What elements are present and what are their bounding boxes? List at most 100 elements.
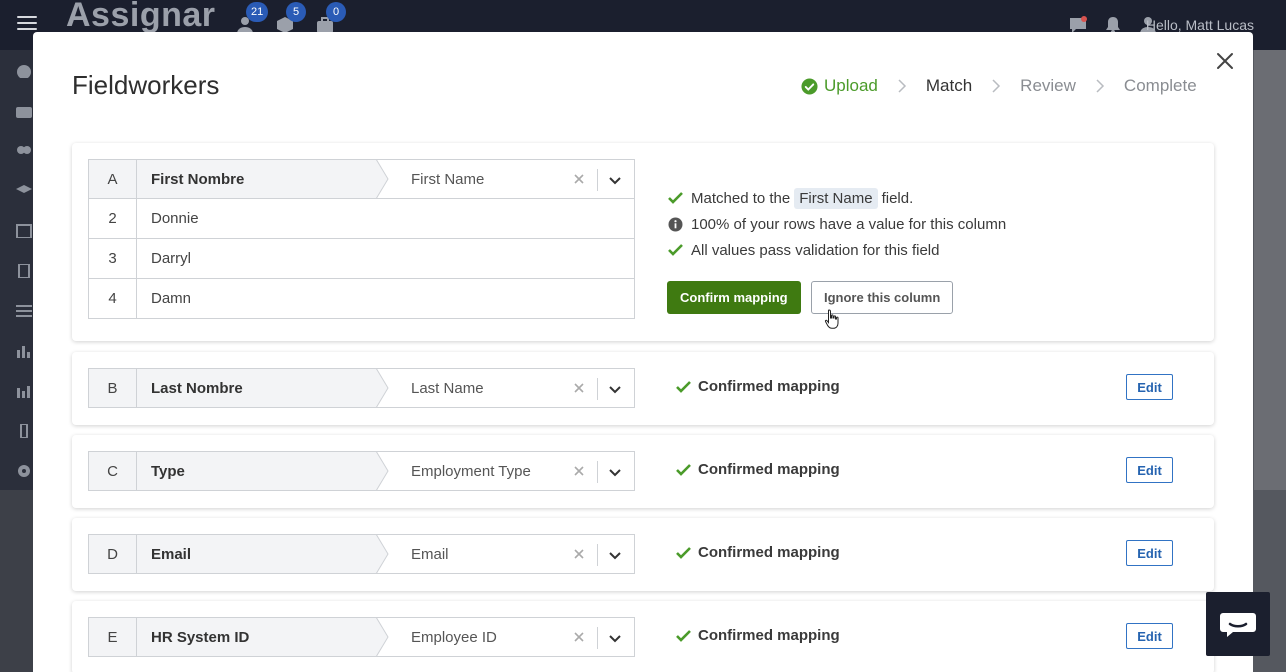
edit-button[interactable]: Edit <box>1126 623 1173 649</box>
calendar-icon[interactable] <box>16 224 32 239</box>
matched-field-chip: First Name <box>794 187 878 209</box>
column-mapping-row: B Last Nombre Last Name <box>88 368 635 408</box>
column-mapping-row: D Email Email <box>88 534 635 574</box>
step-review[interactable]: Review <box>1020 76 1076 96</box>
target-field-value: Email <box>411 545 449 563</box>
column-mapping-row: E HR System ID Employee ID <box>88 617 635 657</box>
target-field-select[interactable]: Employee ID <box>377 618 634 656</box>
chevron-down-icon[interactable] <box>608 631 622 645</box>
matched-prefix: Matched to the <box>691 189 791 207</box>
validation-line: All values pass validation for this fiel… <box>668 237 1006 263</box>
step-match[interactable]: Match <box>926 76 972 96</box>
status-text: Confirmed mapping <box>698 461 840 478</box>
target-field-value: Last Name <box>411 379 484 397</box>
column-card-e: E HR System ID Employee ID Confirmed map… <box>72 601 1214 672</box>
column-card-d: D Email Email Confirmed mapping Edit <box>72 518 1214 591</box>
edit-button[interactable]: Edit <box>1126 374 1173 400</box>
box-count-badge: 5 <box>286 2 306 22</box>
clear-icon[interactable] <box>572 547 586 561</box>
row-number: 3 <box>89 239 137 278</box>
check-icon <box>676 463 691 476</box>
row-number: 4 <box>89 279 137 318</box>
source-column-label: Type <box>151 462 185 480</box>
hamburger-menu-icon[interactable] <box>17 16 37 32</box>
list-icon[interactable] <box>16 304 32 318</box>
reports-icon[interactable] <box>16 384 32 398</box>
source-column-label: HR System ID <box>151 628 250 646</box>
import-stepper: Upload Match Review Complete <box>801 76 1197 96</box>
step-label: Complete <box>1123 76 1197 95</box>
user-count-badge: 21 <box>246 2 269 22</box>
coverage-text: 100% of your rows have a value for this … <box>691 215 1007 233</box>
confirm-mapping-button[interactable]: Confirm mapping <box>667 281 801 314</box>
mapping-status: Confirmed mapping <box>676 544 840 561</box>
column-letter: B <box>89 369 137 407</box>
row-value: Donnie <box>151 210 199 227</box>
bar-chart-icon[interactable] <box>16 344 32 358</box>
graduation-icon[interactable] <box>16 184 32 198</box>
mapping-status: Confirmed mapping <box>676 378 840 395</box>
match-info: Matched to the First Name field. 100% of… <box>668 185 1006 263</box>
source-column-name: Email <box>137 534 389 574</box>
column-card-b: B Last Nombre Last Name Confirmed mappin… <box>72 352 1214 425</box>
step-label: Match <box>925 76 973 95</box>
target-field-select[interactable]: First Name <box>377 160 634 198</box>
close-icon[interactable] <box>1214 50 1236 72</box>
info-icon <box>668 217 683 231</box>
target-field-value: First Name <box>411 170 485 188</box>
column-card-c: C Type Employment Type Confirmed mapping… <box>72 435 1214 508</box>
step-label: Upload <box>824 76 878 95</box>
check-icon <box>668 192 683 204</box>
source-column-name: HR System ID <box>137 617 389 657</box>
column-letter: C <box>89 452 137 490</box>
chevron-right-icon <box>898 79 906 93</box>
source-column-label: Last Nombre <box>151 379 243 397</box>
target-field-select[interactable]: Last Name <box>377 369 634 407</box>
column-mapping-row: C Type Employment Type <box>88 451 635 491</box>
row-value: Darryl <box>151 250 191 267</box>
clear-icon[interactable] <box>572 630 586 644</box>
sample-row: 4 Damn <box>88 279 635 319</box>
check-icon <box>676 629 691 642</box>
settings-gear-icon[interactable] <box>16 464 32 478</box>
clear-icon[interactable] <box>572 464 586 478</box>
target-field-select[interactable]: Email <box>377 535 634 573</box>
row-number: 2 <box>89 199 137 238</box>
step-upload[interactable]: Upload <box>801 76 878 96</box>
step-label: Review <box>1020 76 1076 95</box>
clear-icon[interactable] <box>572 172 586 186</box>
chat-launcher-button[interactable] <box>1206 592 1270 656</box>
brand-logo: Assignar <box>66 0 216 34</box>
clear-icon[interactable] <box>572 381 586 395</box>
row-value: Damn <box>151 290 192 307</box>
step-complete[interactable]: Complete <box>1124 76 1197 96</box>
chevron-right-icon <box>1096 79 1104 93</box>
column-letter: A <box>89 160 137 198</box>
source-column-name: Last Nombre <box>137 368 389 408</box>
chevron-down-icon[interactable] <box>608 382 622 396</box>
document-icon[interactable] <box>16 263 32 279</box>
briefcase-nav-icon[interactable] <box>16 104 32 118</box>
edit-button[interactable]: Edit <box>1126 457 1173 483</box>
target-field-value: Employment Type <box>411 462 531 480</box>
user-greeting[interactable]: Hello, Matt Lucas <box>1146 17 1254 33</box>
column-letter: D <box>89 535 137 573</box>
check-icon <box>668 244 683 256</box>
chevron-down-icon[interactable] <box>608 548 622 562</box>
mobile-icon[interactable] <box>16 423 32 439</box>
source-column-label: First Nombre <box>151 170 245 188</box>
source-column-name: Type <box>137 451 389 491</box>
dashboard-icon[interactable] <box>16 64 32 79</box>
mapping-status: Confirmed mapping <box>676 627 840 644</box>
sample-row: 2 Donnie <box>88 199 635 239</box>
target-field-select[interactable]: Employment Type <box>377 452 634 490</box>
chevron-down-icon[interactable] <box>608 173 622 187</box>
modal-title: Fieldworkers <box>72 70 220 100</box>
chevron-right-icon <box>992 79 1001 93</box>
chevron-down-icon[interactable] <box>608 465 622 479</box>
hand-cursor-icon <box>824 309 839 329</box>
users-nav-icon[interactable] <box>16 144 32 158</box>
chat-bubble-icon <box>1220 613 1256 637</box>
edit-button[interactable]: Edit <box>1126 540 1173 566</box>
status-text: Confirmed mapping <box>698 544 840 561</box>
